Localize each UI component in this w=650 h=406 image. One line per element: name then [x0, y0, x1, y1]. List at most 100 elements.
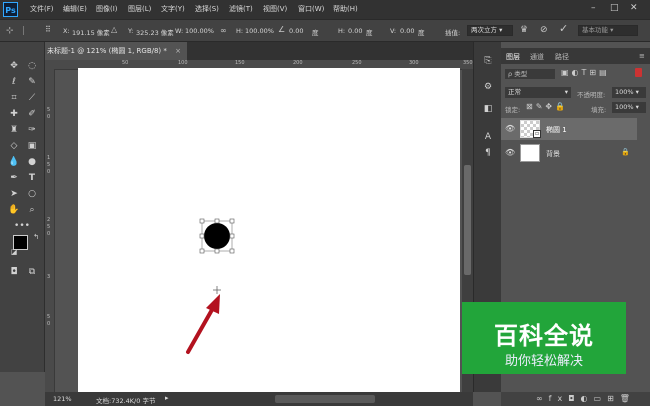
type-tool-icon[interactable]: T	[24, 171, 40, 185]
options-bar: ⊹ | ⠿ X: 191.15 像素 △ Y: 325.23 像素 W: 100…	[0, 19, 650, 42]
ruler-tick: 5	[47, 162, 51, 168]
menu-view[interactable]: 视图(V)	[263, 4, 287, 14]
ruler-tick: 3	[47, 274, 51, 280]
filter-icons[interactable]: ▣◐T⊞▤	[561, 68, 610, 77]
close-tab-icon[interactable]: ×	[175, 47, 181, 55]
interpolation-select[interactable]: 两次立方 ▾	[467, 25, 513, 36]
tab-layers[interactable]: 图层	[506, 52, 520, 62]
blur-tool-icon[interactable]: 💧	[6, 155, 22, 169]
layer-row-ellipse[interactable]: 👁 ▫ 椭圆 1	[501, 118, 637, 140]
panel-menu-icon[interactable]: ≡	[639, 52, 645, 60]
filter-toggle-icon[interactable]	[635, 68, 642, 77]
layer-action-icons[interactable]: ∞fx◘◐▭⊞🗑	[536, 394, 636, 403]
lock-label: 锁定:	[505, 106, 521, 114]
menu-edit[interactable]: 编辑(E)	[63, 4, 87, 14]
document-tab[interactable]: 未标题-1 @ 121% (椭圆 1, RGB/8) * ×	[41, 42, 187, 60]
tools-panel: ✥ ◌ ℓ ✎ ⌗ ⟋ ✚ ✐ ♜ ✑ ◇ ▣ 💧 ● ✒ T ➤ ○ ✋ ⌕ …	[0, 42, 45, 372]
pen-tool-icon[interactable]: ✒	[6, 171, 22, 185]
path-selection-tool-icon[interactable]: ➤	[6, 187, 22, 201]
ruler-tick: 200	[293, 60, 303, 66]
maximize-button[interactable]: □	[610, 3, 619, 13]
lock-icons[interactable]: ⊠✎✥🔒	[526, 102, 568, 111]
gradient-tool-icon[interactable]: ▣	[24, 139, 40, 153]
angle-field[interactable]: 0.00	[289, 27, 303, 35]
document-canvas[interactable]	[78, 68, 460, 392]
close-window-button[interactable]: ✕	[630, 3, 638, 13]
h-label: H:	[236, 27, 244, 35]
history-brush-tool-icon[interactable]: ✑	[24, 123, 40, 137]
reference-point-icon[interactable]: ⠿	[45, 25, 51, 35]
menu-select[interactable]: 选择(S)	[195, 4, 219, 14]
w-label: W:	[175, 27, 184, 35]
menu-window[interactable]: 窗口(W)	[298, 4, 324, 14]
fill-field[interactable]: 100% ▾	[612, 102, 646, 113]
tab-channels[interactable]: 通道	[530, 52, 544, 62]
hskew-unit: 度	[366, 29, 373, 37]
warp-mode-icon[interactable]: ♛	[520, 25, 528, 35]
quick-mask-icon[interactable]: ◘	[6, 265, 22, 279]
layer-filter-select[interactable]: ρ 类型	[505, 69, 555, 79]
layer-name[interactable]: 椭圆 1	[546, 125, 567, 135]
hand-tool-icon[interactable]: ✋	[6, 203, 22, 217]
y-field[interactable]: 325.23 像素	[136, 27, 174, 37]
brush-tool-icon[interactable]: ✐	[24, 107, 40, 121]
healing-brush-tool-icon[interactable]: ✚	[6, 107, 22, 121]
adjustments-panel-icon[interactable]: ◧	[480, 102, 496, 116]
screen-mode-icon[interactable]: ⧉	[24, 265, 40, 279]
w-field[interactable]: 100.00%	[185, 27, 214, 35]
layer-name[interactable]: 背景	[546, 149, 560, 159]
menu-image[interactable]: 图像(I)	[96, 4, 118, 14]
opacity-label: 不透明度:	[577, 91, 606, 99]
watermark-title: 百科全说	[494, 322, 594, 350]
paragraph-panel-icon[interactable]: ¶	[480, 146, 496, 160]
vertical-ruler: 5 0 1 5 0 2 5 0 3 5 0	[45, 69, 55, 392]
lasso-tool-icon[interactable]: ℓ	[6, 75, 22, 89]
x-field[interactable]: 191.15 像素	[72, 27, 110, 37]
ellipse-tool-icon[interactable]: ○	[24, 187, 40, 201]
x-label: X:	[63, 27, 70, 35]
hskew-field[interactable]: 0.00	[348, 27, 362, 35]
dodge-tool-icon[interactable]: ●	[24, 155, 40, 169]
zoom-level[interactable]: 121%	[53, 395, 72, 403]
ruler-tick: 300	[409, 60, 419, 66]
h-field[interactable]: 100.00%	[245, 27, 274, 35]
document-info: 文档:732.4K/0 字节	[96, 397, 156, 405]
visibility-eye-icon[interactable]: 👁	[505, 148, 515, 157]
menu-help[interactable]: 帮助(H)	[333, 4, 358, 14]
clone-stamp-tool-icon[interactable]: ♜	[6, 123, 22, 137]
red-arrow-annotation	[186, 294, 220, 354]
zoom-tool-icon[interactable]: ⌕	[24, 203, 40, 217]
character-panel-icon[interactable]: A	[480, 130, 496, 144]
eyedropper-tool-icon[interactable]: ⟋	[24, 91, 40, 105]
properties-panel-icon[interactable]: ⚙	[480, 80, 496, 94]
menu-filter[interactable]: 滤镜(T)	[229, 4, 253, 14]
move-tool-icon[interactable]: ✥	[6, 59, 22, 73]
move-tool-preset-icon[interactable]: ⊹	[6, 26, 14, 36]
commit-transform-icon[interactable]: ✓	[559, 23, 568, 34]
layer-row-background[interactable]: 👁 背景 🔒	[501, 142, 637, 164]
visibility-eye-icon[interactable]: 👁	[505, 124, 515, 133]
marquee-tool-icon[interactable]: ◌	[24, 59, 40, 73]
minimize-button[interactable]: –	[591, 3, 596, 13]
history-panel-icon[interactable]: ⎘	[480, 54, 496, 68]
cancel-transform-icon[interactable]: ⊘	[540, 25, 548, 35]
opacity-field[interactable]: 100% ▾	[612, 87, 646, 98]
eraser-tool-icon[interactable]: ◇	[6, 139, 22, 153]
delta-icon[interactable]: △	[111, 25, 117, 35]
default-colors-icon[interactable]: ◪	[6, 245, 22, 259]
menu-type[interactable]: 文字(Y)	[161, 4, 185, 14]
blend-mode-select[interactable]: 正常 ▾	[505, 87, 571, 98]
workspace-select[interactable]: 基本功能 ▾	[578, 25, 638, 36]
menu-layer[interactable]: 图层(L)	[128, 4, 151, 14]
swap-colors-icon[interactable]: ↰	[28, 230, 44, 244]
quick-select-tool-icon[interactable]: ✎	[24, 75, 40, 89]
tab-paths[interactable]: 路径	[555, 52, 569, 62]
vskew-field[interactable]: 0.00	[400, 27, 414, 35]
status-menu-arrow-icon[interactable]: ▸	[165, 394, 169, 402]
vertical-scroll-thumb[interactable]	[464, 165, 471, 275]
menu-file[interactable]: 文件(F)	[30, 4, 54, 14]
crop-tool-icon[interactable]: ⌗	[6, 91, 22, 105]
link-icon[interactable]: ∞	[220, 26, 227, 36]
blend-mode-value: 正常	[508, 88, 521, 96]
horizontal-scroll-thumb[interactable]	[275, 395, 375, 403]
